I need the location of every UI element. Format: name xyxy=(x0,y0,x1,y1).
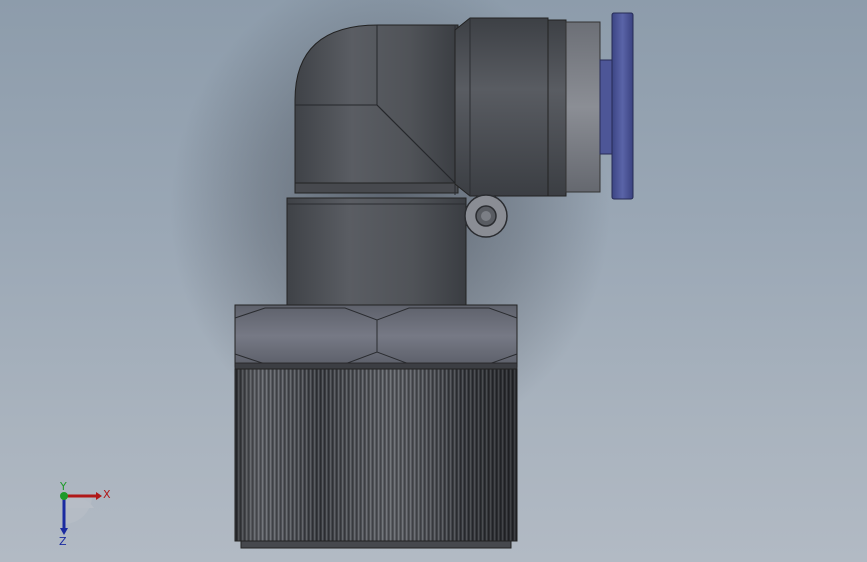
fitting-model[interactable] xyxy=(0,0,867,562)
elbow-vertical-stem[interactable] xyxy=(286,197,467,309)
release-ring[interactable] xyxy=(611,12,634,200)
knurled-base[interactable] xyxy=(234,368,518,549)
elbow-horizontal-arm[interactable] xyxy=(454,17,549,197)
z-axis-arrowhead xyxy=(60,528,68,535)
x-axis-label: X xyxy=(103,488,111,501)
x-axis-arrowhead xyxy=(96,492,102,500)
z-axis-label: Z xyxy=(59,535,67,548)
y-axis-label: Y xyxy=(59,480,67,493)
orientation-triad: X Y Z xyxy=(59,480,111,548)
graphics-viewport[interactable]: X Y Z xyxy=(0,0,867,562)
y-axis-dot xyxy=(60,492,68,500)
collet-collar[interactable] xyxy=(565,21,601,193)
triad-quarter-disc xyxy=(64,496,92,524)
hex-nut[interactable] xyxy=(234,304,518,370)
